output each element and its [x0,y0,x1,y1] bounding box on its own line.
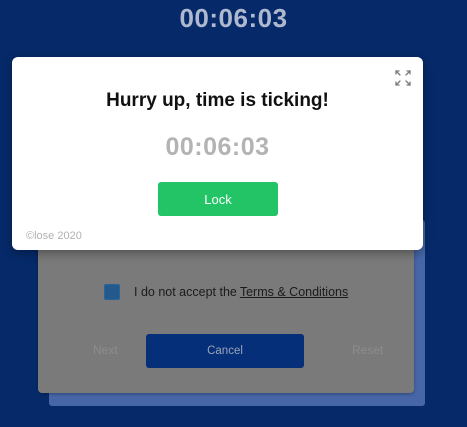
timer-modal: Hurry up, time is ticking! 00:06:03 Lock… [12,57,423,250]
modal-timer: 00:06:03 [165,133,270,161]
terms-label-text: I do not accept the [134,285,237,299]
next-button[interactable]: Next [93,343,118,357]
expand-icon[interactable] [394,69,412,87]
terms-link[interactable]: Terms & Conditions [240,285,348,299]
reset-button[interactable]: Reset [352,343,383,357]
cancel-button[interactable]: Cancel [146,334,304,368]
terms-label: I do not accept the Terms & Conditions [134,285,348,299]
terms-checkbox-row: I do not accept the Terms & Conditions [104,283,348,301]
lock-button[interactable]: Lock [158,182,278,216]
background-timer: 00:06:03 [179,3,288,33]
terms-checkbox[interactable] [104,284,120,300]
modal-title: Hurry up, time is ticking! [106,90,329,111]
copyright-text: ©lose 2020 [26,230,82,242]
